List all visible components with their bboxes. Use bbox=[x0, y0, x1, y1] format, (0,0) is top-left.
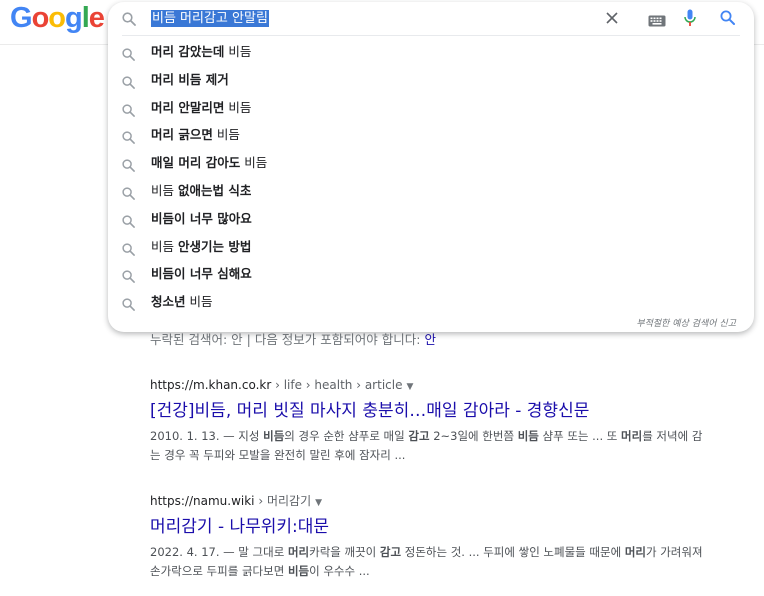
suggestion-text: 비듬 안생기는 방법 bbox=[151, 238, 252, 254]
result-site: https://m.khan.co.kr bbox=[150, 378, 272, 392]
suggestion-text: 비듬이 너무 많아요 bbox=[151, 210, 252, 226]
search-icon bbox=[122, 213, 135, 232]
logo-letter: G bbox=[10, 2, 33, 34]
result-breadcrumb: › life › health › article bbox=[271, 378, 403, 392]
suggestion-item[interactable]: 비듬이 너무 심해요 bbox=[108, 260, 754, 288]
search-icon bbox=[122, 268, 135, 287]
result-site: https://namu.wiki bbox=[150, 494, 255, 508]
search-result: https://namu.wiki › 머리감기 ▼ 머리감기 - 나무위키:대문… bbox=[150, 493, 710, 581]
suggestion-item[interactable]: 매일 머리 감아도 비듬 bbox=[108, 149, 754, 177]
search-icon bbox=[122, 185, 135, 204]
suggestion-text: 머리 감았는데 비듬 bbox=[151, 44, 252, 59]
chevron-down-icon[interactable]: ▼ bbox=[315, 498, 322, 508]
suggestion-text: 머리 비듬 제거 bbox=[151, 71, 229, 87]
suggestion-text: 청소년 비듬 bbox=[151, 294, 213, 310]
suggestion-item[interactable]: 비듬 안생기는 방법 bbox=[108, 233, 754, 261]
search-icon bbox=[122, 74, 135, 93]
suggestion-text: 비듬이 너무 심해요 bbox=[151, 266, 252, 282]
logo-letter: e bbox=[88, 2, 105, 34]
search-input[interactable]: 비듬 머리감고 안말림 bbox=[151, 10, 269, 27]
logo-letter: o bbox=[31, 2, 50, 34]
suggestion-item[interactable]: 머리 긁으면 비듬 bbox=[108, 121, 754, 149]
suggestion-item[interactable]: 머리 안말리면 비듬 bbox=[108, 94, 754, 122]
missing-term-link[interactable]: 안 bbox=[424, 332, 436, 347]
suggestion-item[interactable]: 비듬이 너무 많아요 bbox=[108, 205, 754, 233]
suggestion-item[interactable]: 청소년 비듬 bbox=[108, 288, 754, 316]
keyboard-icon[interactable] bbox=[648, 12, 666, 31]
close-icon[interactable] bbox=[605, 10, 619, 29]
result-title[interactable]: 머리감기 - 나무위키:대문 bbox=[150, 515, 710, 539]
search-icon bbox=[122, 129, 135, 148]
chevron-down-icon[interactable]: ▼ bbox=[406, 382, 413, 392]
suggestion-text: 비듬 없애는법 식초 bbox=[151, 182, 252, 198]
report-predictions-link[interactable]: 부적절한 예상 검색어 신고 bbox=[636, 316, 736, 329]
logo-letter: g bbox=[65, 2, 83, 34]
logo-letter: o bbox=[48, 2, 66, 34]
search-icon bbox=[122, 11, 136, 30]
search-box[interactable]: 비듬 머리감고 안말림 bbox=[108, 2, 754, 36]
search-icon bbox=[122, 296, 135, 315]
search-icon bbox=[122, 157, 135, 176]
suggestion-text: 머리 긁으면 비듬 bbox=[151, 127, 240, 143]
search-result: https://m.khan.co.kr › life › health › a… bbox=[150, 377, 710, 465]
result-breadcrumb: › 머리감기 bbox=[254, 494, 312, 508]
logo-letter: l bbox=[81, 2, 90, 34]
search-icon bbox=[122, 241, 135, 260]
missing-terms-text: 누락된 검색어: 안 | 다음 정보가 포함되어야 합니다: bbox=[150, 332, 421, 347]
search-autocomplete-panel: 비듬 머리감고 안말림 머리 감았는데 비듬머리 비듬 제거머리 안말리면 비듬… bbox=[108, 2, 754, 332]
result-snippet: 2010. 1. 13. — 지성 비듬의 경우 순한 샴푸로 매일 감고 2~… bbox=[150, 429, 703, 462]
search-submit-icon[interactable] bbox=[720, 10, 735, 29]
result-title[interactable]: [건강]비듬, 머리 빗질 마사지 충분히…매일 감아라 - 경향신문 bbox=[150, 399, 710, 423]
search-icon bbox=[122, 102, 135, 121]
result-cite[interactable]: https://namu.wiki › 머리감기 ▼ bbox=[150, 493, 710, 511]
suggestion-text: 매일 머리 감아도 비듬 bbox=[151, 155, 268, 171]
result-cite[interactable]: https://m.khan.co.kr › life › health › a… bbox=[150, 377, 710, 395]
suggestion-item[interactable]: 비듬 없애는법 식초 bbox=[108, 177, 754, 205]
divider bbox=[122, 35, 740, 36]
suggestion-item[interactable]: 머리 감았는데 비듬 bbox=[108, 38, 754, 66]
mic-icon[interactable] bbox=[684, 9, 696, 31]
suggestion-item[interactable]: 머리 비듬 제거 bbox=[108, 66, 754, 94]
search-icon bbox=[122, 46, 135, 65]
suggestion-list: 머리 감았는데 비듬머리 비듬 제거머리 안말리면 비듬머리 긁으면 비듬매일 … bbox=[108, 38, 754, 316]
result-snippet: 2022. 4. 17. — 말 그대로 머리카락을 깨끗이 감고 정돈하는 것… bbox=[150, 545, 703, 578]
google-logo[interactable]: Google bbox=[10, 2, 105, 35]
suggestion-text: 머리 안말리면 비듬 bbox=[151, 99, 252, 115]
